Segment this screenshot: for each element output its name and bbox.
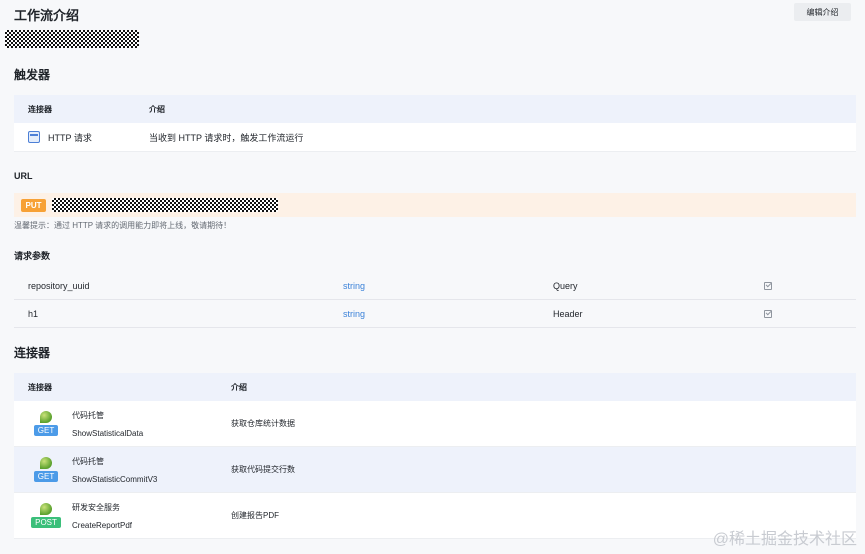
param-name: repository_uuid bbox=[28, 280, 90, 291]
url-title: URL bbox=[14, 171, 33, 181]
code-hosting-icon bbox=[40, 411, 52, 423]
code-hosting-icon bbox=[40, 457, 52, 469]
connector-service: 代码托管 bbox=[72, 456, 104, 466]
connector-logo: GET bbox=[33, 411, 59, 436]
trigger-table-header: 连接器 介绍 bbox=[14, 95, 856, 123]
column-header-connector: 连接器 bbox=[28, 104, 52, 114]
url-hint: 温馨提示：通过 HTTP 请求的调用能力即将上线，敬请期待！ bbox=[14, 221, 232, 230]
trigger-row[interactable]: HTTP 请求 当收到 HTTP 请求时，触发工作流运行 bbox=[14, 123, 856, 152]
param-type: string bbox=[343, 308, 366, 319]
connector-desc: 获取仓库统计数据 bbox=[231, 419, 295, 428]
connector-desc: 获取代码提交行数 bbox=[231, 465, 295, 474]
connector-service: 研发安全服务 bbox=[72, 502, 120, 512]
security-service-icon bbox=[40, 503, 52, 515]
get-method-badge: GET bbox=[33, 425, 59, 436]
params-table: repository_uuid string Query h1 string H… bbox=[14, 272, 856, 328]
connectors-table-header: 连接器 介绍 bbox=[14, 373, 856, 401]
trigger-name: HTTP 请求 bbox=[48, 132, 92, 143]
param-type: string bbox=[343, 280, 366, 291]
column-header-intro: 介绍 bbox=[149, 104, 165, 114]
put-method-badge: PUT bbox=[21, 198, 46, 212]
connector-action: ShowStatisticCommitV3 bbox=[72, 474, 158, 484]
url-bar: PUT bbox=[14, 193, 856, 217]
connectors-table: 连接器 介绍 GET 代码托管 ShowStatisticalData 获取仓库… bbox=[14, 373, 856, 539]
connector-logo: POST bbox=[31, 503, 61, 528]
required-check-icon bbox=[764, 281, 772, 290]
post-method-badge: POST bbox=[31, 517, 61, 528]
get-method-badge: GET bbox=[33, 471, 59, 482]
connector-logo: GET bbox=[33, 457, 59, 482]
param-location: Header bbox=[553, 308, 583, 319]
column-header-intro: 介绍 bbox=[231, 382, 247, 392]
watermark: @稀土掘金技术社区 bbox=[712, 531, 857, 548]
connector-row[interactable]: GET 代码托管 ShowStatisticCommitV3 获取代码提交行数 bbox=[14, 447, 856, 493]
param-location: Query bbox=[553, 280, 578, 291]
page-title: 工作流介绍 bbox=[14, 8, 80, 23]
connector-action: ShowStatisticalData bbox=[72, 428, 144, 438]
redacted-url bbox=[52, 198, 278, 212]
column-header-connector: 连接器 bbox=[28, 382, 52, 392]
connector-desc: 创建报告PDF bbox=[231, 511, 279, 520]
connector-service: 代码托管 bbox=[72, 410, 104, 420]
required-check-icon bbox=[764, 309, 772, 318]
http-request-icon bbox=[28, 131, 40, 143]
trigger-section-title: 触发器 bbox=[14, 68, 51, 82]
param-row: repository_uuid string Query bbox=[14, 272, 856, 300]
edit-intro-button[interactable]: 编辑介绍 bbox=[794, 3, 851, 21]
redacted-description bbox=[5, 30, 139, 48]
trigger-table: 连接器 介绍 HTTP 请求 当收到 HTTP 请求时，触发工作流运行 bbox=[14, 95, 856, 152]
trigger-desc: 当收到 HTTP 请求时，触发工作流运行 bbox=[149, 132, 304, 143]
param-name: h1 bbox=[28, 308, 39, 319]
connector-action: CreateReportPdf bbox=[72, 520, 133, 530]
connector-row[interactable]: GET 代码托管 ShowStatisticalData 获取仓库统计数据 bbox=[14, 401, 856, 447]
param-row: h1 string Header bbox=[14, 300, 856, 328]
params-title: 请求参数 bbox=[14, 251, 51, 261]
connectors-section-title: 连接器 bbox=[14, 346, 51, 360]
